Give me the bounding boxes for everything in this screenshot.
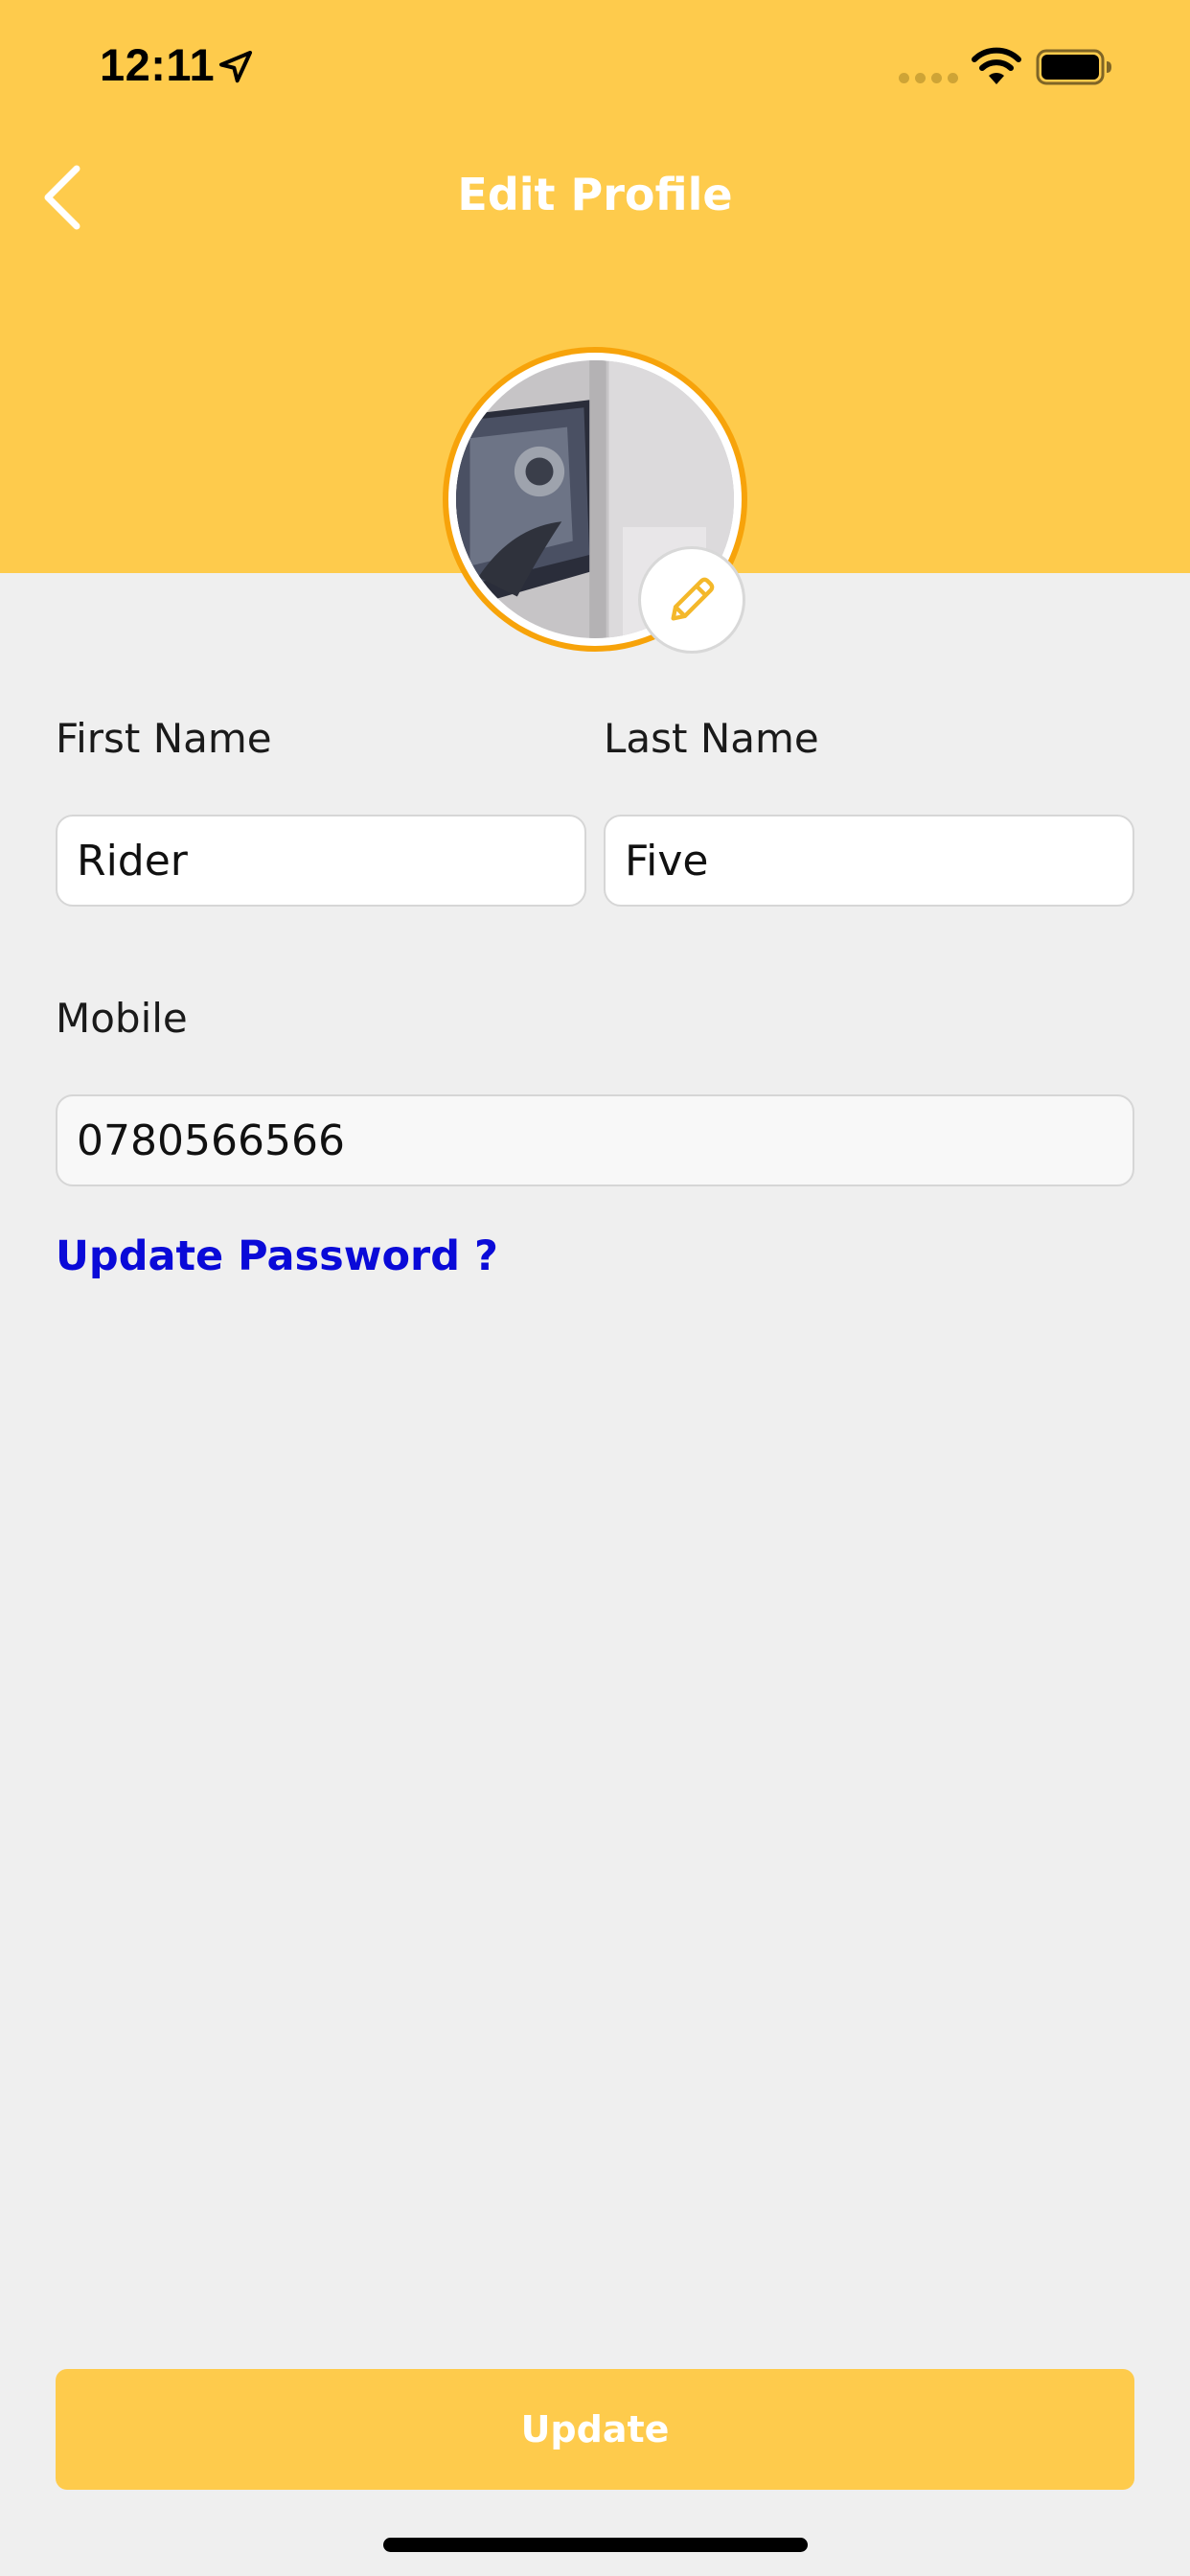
first-name-value: Rider [77,836,188,886]
wifi-icon [972,47,1021,84]
last-name-field[interactable]: Five [604,815,1134,907]
edit-photo-button[interactable] [638,546,745,654]
home-indicator [383,2538,808,2552]
update-password-link[interactable]: Update Password ? [56,1232,498,1280]
first-name-label: First Name [56,715,272,762]
mobile-label: Mobile [56,995,188,1042]
mobile-field[interactable]: 0780566566 [56,1094,1134,1186]
location-arrow-icon [219,51,252,83]
page-title: Edit Profile [457,169,733,220]
mobile-value: 0780566566 [77,1116,345,1165]
last-name-label: Last Name [604,715,819,762]
status-time: 12:11 [100,39,216,90]
update-button-label: Update [520,2408,670,2450]
first-name-field[interactable]: Rider [56,815,586,907]
pencil-icon [671,577,715,621]
last-name-value: Five [625,836,709,886]
battery-icon [1036,49,1111,85]
update-button[interactable]: Update [56,2369,1134,2490]
cellular-signal-icon [899,73,958,83]
